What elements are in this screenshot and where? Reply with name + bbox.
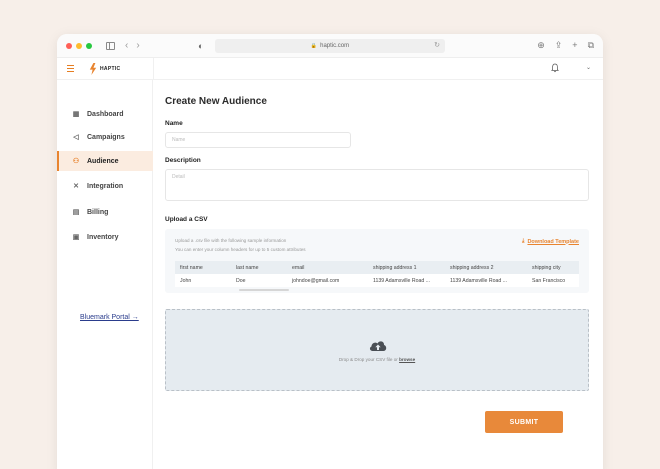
back-arrow-icon[interactable]: ‹ [125,40,128,51]
table-cell: Doe [236,277,246,284]
csv-info-panel: Upload a .csv file with the following sa… [165,229,589,293]
megaphone-icon: ◁ [73,134,79,141]
users-icon: ⚇ [72,158,80,165]
sidebar-item-label: Campaigns [87,133,125,141]
table-cell: John [180,277,192,284]
column-header: email [292,264,305,271]
csv-dropzone[interactable]: Drop & Drop your CSV file or browse [165,309,589,391]
tabs-overview-icon[interactable]: ⧉ [588,40,594,51]
dropzone-text: Drop & Drop your CSV file or browse [166,357,588,362]
upload-csv-label: Upload a CSV [165,216,208,223]
close-window-button[interactable] [66,42,72,49]
sidebar-item-campaigns[interactable]: ◁ Campaigns [57,127,153,147]
sidebar-item-label: Dashboard [87,110,124,118]
description-label: Description [165,157,201,164]
sidebar-item-integration[interactable]: ✕ Integration [57,176,153,196]
browser-toolbar: ‹ › ◐ 🔒 haptic.com ↻ ⊕ ⇪ + ⧉ [57,34,603,58]
csv-help-line: You can enter your column headers for up… [175,246,306,252]
csv-help-line: Upload a .csv file with the following sa… [175,238,287,243]
brand-name: HAPTIC [100,66,121,72]
forward-arrow-icon[interactable]: › [136,40,139,51]
sidebar-item-inventory[interactable]: ▣ Inventory [57,227,153,247]
brand-logo[interactable]: HAPTIC [89,63,120,75]
name-input[interactable]: Name [165,132,351,148]
download-icon[interactable]: ⊕ [537,40,545,51]
address-bar[interactable]: 🔒 haptic.com ↻ [215,39,445,53]
cloud-upload-icon [369,341,387,351]
drop-instruction: Drop & Drop your CSV file or [338,357,398,362]
document-icon: ▤ [72,209,80,216]
sidebar: ▦ Dashboard ◁ Campaigns ⚇ Audience ✕ Int… [57,80,153,469]
download-template-label: Download Template [527,238,579,245]
bolt-logo-icon [89,63,97,75]
description-textarea[interactable]: Detail [165,169,589,201]
new-tab-icon[interactable]: + [572,40,577,51]
table-row: John Doe johndoe@gmail.com 1139 Adamsvil… [175,274,579,287]
app-header: HAPTIC ⌄ [57,58,603,80]
column-header: shipping city [532,264,561,271]
csv-sample-table: first name last name email shipping addr… [175,261,579,287]
column-header: shipping address 1 [373,264,417,271]
table-cell: johndoe@gmail.com [292,277,340,284]
table-cell: San Francisco [532,277,566,284]
share-icon[interactable]: ⇪ [555,40,563,51]
sidebar-item-audience[interactable]: ⚇ Audience [57,151,153,171]
reload-icon[interactable]: ↻ [434,41,440,49]
table-cell: 1139 Adamsville Road ... [450,277,507,284]
sidebar-item-label: Audience [87,157,119,165]
hamburger-menu-icon[interactable] [67,65,74,74]
browse-link[interactable]: browse [399,357,415,362]
description-placeholder: Detail [172,174,185,180]
sidebar-toggle-icon[interactable] [106,41,115,50]
notification-bell-icon[interactable] [551,63,559,73]
submit-button[interactable]: SUBMIT [485,411,563,433]
tools-icon: ✕ [73,183,79,190]
maximize-window-button[interactable] [86,42,92,49]
box-icon: ▣ [72,234,80,241]
name-placeholder: Name [172,137,186,143]
table-header-row: first name last name email shipping addr… [175,261,579,274]
shield-icon[interactable]: ◐ [198,41,203,51]
bluemark-portal-link[interactable]: Bluemark Portal → [80,314,139,321]
url-text: haptic.com [320,43,350,49]
sidebar-item-label: Inventory [87,233,119,241]
header-divider [153,58,154,80]
lock-icon: 🔒 [310,43,318,49]
sidebar-item-dashboard[interactable]: ▦ Dashboard [57,104,153,124]
minimize-window-button[interactable] [76,42,82,49]
download-template-link[interactable]: ⤓ Download Template [522,238,579,245]
csv-help-text: Upload a .csv file with the following sa… [175,237,306,254]
page-title: Create New Audience [165,96,267,107]
account-dropdown-chevron-icon[interactable]: ⌄ [586,64,591,71]
grid-icon: ▦ [72,111,80,118]
column-header: last name [236,264,259,271]
sidebar-item-billing[interactable]: ▤ Billing [57,202,153,222]
table-scrollbar[interactable] [239,289,289,291]
column-header: shipping address 2 [450,264,494,271]
sidebar-item-label: Integration [87,182,124,190]
column-header: first name [180,264,203,271]
browser-window: ‹ › ◐ 🔒 haptic.com ↻ ⊕ ⇪ + ⧉ HAPTIC ⌄ ▦ … [57,34,603,469]
sidebar-item-label: Billing [87,208,109,216]
download-icon: ⤓ [522,238,525,244]
name-label: Name [165,120,183,127]
table-cell: 1139 Adamsville Road ... [373,277,430,284]
